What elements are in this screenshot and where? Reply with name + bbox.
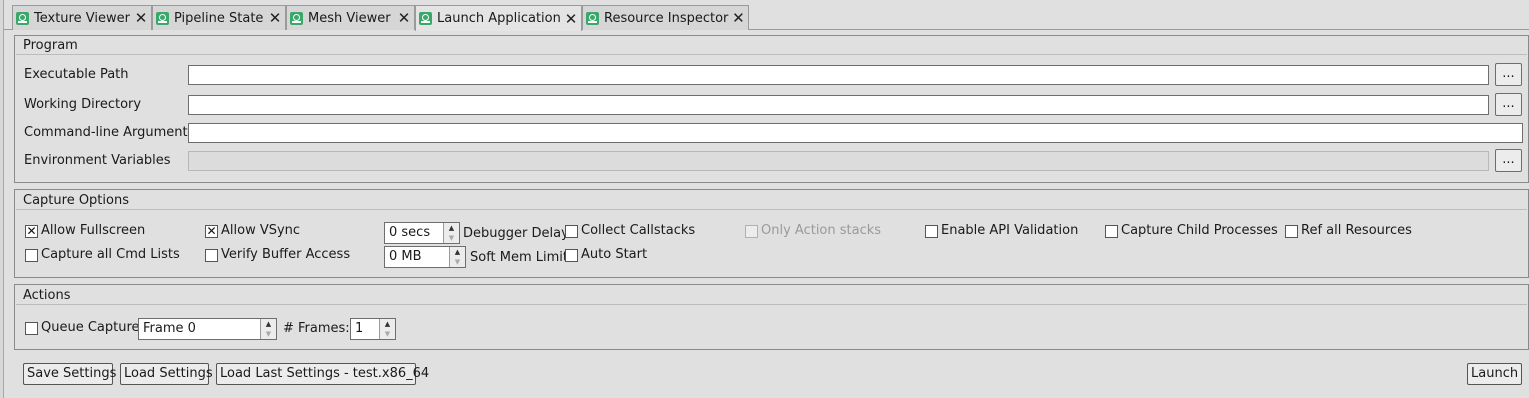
spin-arrows[interactable]: ▲ ▼	[449, 247, 465, 267]
capture-all-cmd-lists-checkbox[interactable]	[25, 249, 38, 262]
capture-all-cmd-lists-label: Capture all Cmd Lists	[41, 247, 180, 262]
capture-child-processes-label: Capture Child Processes	[1121, 223, 1278, 238]
frames-count-value: 1	[355, 321, 364, 336]
group-separator	[16, 54, 1527, 55]
executable-path-field[interactable]	[188, 65, 1489, 85]
close-icon[interactable]: ✕	[131, 9, 151, 27]
tab-mesh-viewer[interactable]: Mesh Viewer ✕	[286, 5, 415, 30]
working-directory-label: Working Directory	[24, 97, 142, 112]
soft-mem-limit-label: Soft Mem Limit	[470, 250, 569, 265]
frames-count-spinbox[interactable]: 1 ▲ ▼	[350, 318, 396, 340]
environment-variables-label: Environment Variables	[24, 153, 171, 168]
auto-start-label: Auto Start	[581, 247, 648, 262]
spin-down-icon[interactable]: ▼	[380, 329, 395, 339]
ref-all-resources-label: Ref all Resources	[1301, 223, 1412, 238]
capture-child-processes-checkbox[interactable]	[1105, 225, 1118, 238]
spin-arrows[interactable]: ▲ ▼	[260, 319, 276, 339]
executable-path-label: Executable Path	[24, 67, 129, 82]
debugger-delay-spinbox[interactable]: 0 secs ▲ ▼	[384, 222, 460, 244]
tab-launch-application[interactable]: Launch Application ✕	[415, 5, 582, 31]
queue-frame-value: Frame 0	[143, 321, 196, 336]
viewer-icon	[586, 11, 599, 25]
collect-callstacks-checkbox[interactable]	[565, 225, 578, 238]
viewer-icon	[16, 11, 29, 25]
group-separator	[16, 304, 1527, 305]
viewer-icon	[419, 12, 432, 25]
close-icon[interactable]: ✕	[265, 9, 285, 27]
only-action-stacks-label: Only Action stacks	[761, 223, 882, 238]
viewer-icon	[156, 11, 169, 25]
close-icon[interactable]: ✕	[561, 10, 581, 28]
allow-fullscreen-checkbox[interactable]: ✕	[25, 225, 38, 238]
collect-callstacks-label: Collect Callstacks	[581, 223, 696, 238]
left-dock-edge	[0, 0, 4, 398]
spin-up-icon[interactable]: ▲	[450, 247, 465, 257]
tab-label: Resource Inspector	[604, 10, 729, 26]
spin-up-icon[interactable]: ▲	[444, 223, 459, 233]
tab-resource-inspector[interactable]: Resource Inspector ✕	[582, 5, 749, 30]
debugger-delay-label: Debugger Delay	[463, 226, 569, 241]
command-line-arguments-field[interactable]	[188, 123, 1523, 143]
verify-buffer-access-label: Verify Buffer Access	[221, 247, 351, 262]
tab-texture-viewer[interactable]: Texture Viewer ✕	[12, 5, 152, 30]
edit-environment-button[interactable]: ...	[1495, 149, 1522, 172]
debugger-delay-value: 0 secs	[389, 225, 431, 240]
load-settings-button[interactable]: Load Settings	[120, 363, 213, 385]
working-directory-field[interactable]	[188, 95, 1489, 115]
tab-label: Pipeline State	[174, 10, 264, 26]
viewer-icon	[290, 11, 303, 25]
capture-options-title: Capture Options	[23, 193, 129, 208]
spin-down-icon[interactable]: ▼	[450, 257, 465, 267]
enable-api-validation-label: Enable API Validation	[941, 223, 1079, 238]
spin-arrows[interactable]: ▲ ▼	[443, 223, 459, 243]
browse-directory-button[interactable]: ...	[1495, 93, 1522, 116]
spin-arrows[interactable]: ▲ ▼	[379, 319, 395, 339]
tab-label: Launch Application	[437, 11, 561, 26]
tab-label: Texture Viewer	[34, 10, 130, 26]
spin-up-icon[interactable]: ▲	[261, 319, 276, 329]
spin-down-icon[interactable]: ▼	[444, 233, 459, 243]
frames-label: # Frames:	[283, 321, 350, 336]
allow-vsync-checkbox[interactable]: ✕	[205, 225, 218, 238]
tab-label: Mesh Viewer	[308, 10, 391, 26]
group-separator	[16, 209, 1527, 210]
save-settings-button[interactable]: Save Settings	[23, 363, 116, 385]
command-line-arguments-label: Command-line Arguments	[24, 125, 195, 140]
ref-all-resources-checkbox[interactable]	[1285, 225, 1298, 238]
spin-down-icon[interactable]: ▼	[261, 329, 276, 339]
queue-capture-label: Queue Capture	[41, 320, 140, 335]
close-icon[interactable]: ✕	[394, 9, 414, 27]
verify-buffer-access-checkbox[interactable]	[205, 249, 218, 262]
actions-group	[14, 284, 1529, 350]
only-action-stacks-checkbox	[745, 225, 758, 238]
tab-pipeline-state[interactable]: Pipeline State ✕	[152, 5, 286, 30]
enable-api-validation-checkbox[interactable]	[925, 225, 938, 238]
soft-mem-limit-spinbox[interactable]: 0 MB ▲ ▼	[384, 246, 466, 268]
auto-start-checkbox[interactable]	[565, 249, 578, 262]
environment-variables-field	[188, 151, 1489, 171]
allow-vsync-label: Allow VSync	[221, 223, 301, 238]
launch-button[interactable]: Launch	[1467, 363, 1522, 385]
actions-title: Actions	[23, 288, 71, 303]
allow-fullscreen-label: Allow Fullscreen	[41, 223, 146, 238]
spin-up-icon[interactable]: ▲	[380, 319, 395, 329]
queue-capture-checkbox[interactable]	[25, 322, 38, 335]
queue-frame-spinbox[interactable]: Frame 0 ▲ ▼	[138, 318, 277, 340]
close-icon[interactable]: ✕	[728, 9, 748, 27]
program-group-title: Program	[23, 38, 78, 53]
browse-executable-button[interactable]: ...	[1495, 63, 1522, 86]
load-last-settings-button[interactable]: Load Last Settings - test.x86_64	[216, 363, 429, 385]
soft-mem-limit-value: 0 MB	[389, 249, 422, 264]
